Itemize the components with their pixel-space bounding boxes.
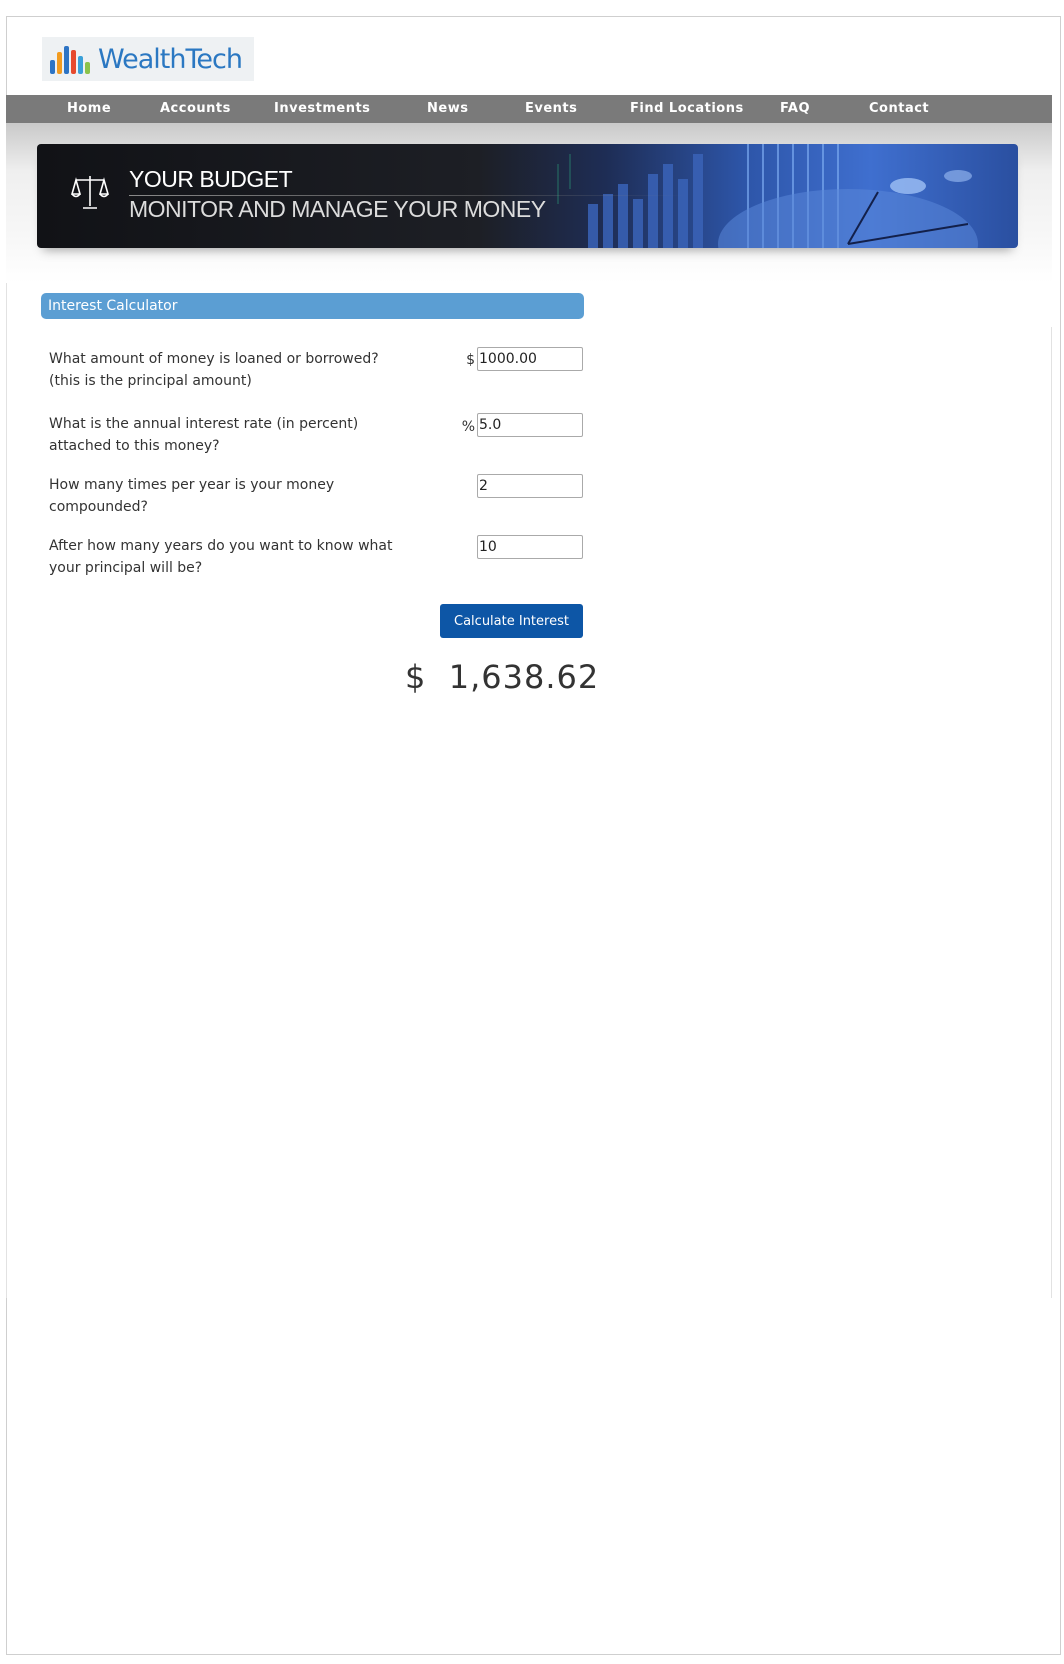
years-question: After how many years do you want to know… — [49, 538, 393, 576]
hero-banner: YOUR BUDGET MONITOR AND MANAGE YOUR MONE… — [37, 144, 1018, 248]
banner-title: YOUR BUDGET — [129, 166, 293, 192]
calculation-result: $ 1,638.62 — [405, 658, 600, 696]
finance-chart-graphic — [557, 144, 978, 248]
dollar-unit: $ — [466, 352, 475, 368]
main-nav: Home Accounts Investments News Events Fi… — [6, 95, 1052, 123]
interest-rate-question: What is the annual interest rate (in per… — [49, 416, 359, 454]
compound-frequency-question: How many times per year is your money co… — [49, 477, 335, 515]
content-border-left — [6, 283, 7, 1298]
brand-logo[interactable]: WealthTech — [42, 37, 254, 81]
calculate-interest-button[interactable]: Calculate Interest — [440, 604, 583, 638]
principal-question: What amount of money is loaned or borrow… — [49, 351, 379, 389]
calculator-header: Interest Calculator — [41, 293, 584, 319]
nav-item-faq[interactable]: FAQ — [780, 95, 810, 123]
nav-item-accounts[interactable]: Accounts — [160, 95, 231, 123]
balance-scale-icon — [71, 176, 109, 209]
interest-rate-input[interactable] — [477, 413, 583, 437]
logo-bars-icon — [50, 44, 90, 74]
banner-subtitle: MONITOR AND MANAGE YOUR MONEY — [129, 196, 546, 222]
brand-name: WealthTech — [98, 43, 243, 75]
content-border-right — [1051, 327, 1052, 1298]
nav-item-investments[interactable]: Investments — [274, 95, 370, 123]
percent-unit: % — [461, 419, 475, 435]
nav-item-news[interactable]: News — [427, 95, 468, 123]
nav-item-find-locations[interactable]: Find Locations — [630, 95, 744, 123]
compound-frequency-input[interactable] — [477, 474, 583, 498]
years-input[interactable] — [477, 535, 583, 559]
nav-item-contact[interactable]: Contact — [869, 95, 929, 123]
nav-item-home[interactable]: Home — [67, 95, 111, 123]
principal-input[interactable] — [477, 347, 583, 371]
nav-item-events[interactable]: Events — [525, 95, 577, 123]
